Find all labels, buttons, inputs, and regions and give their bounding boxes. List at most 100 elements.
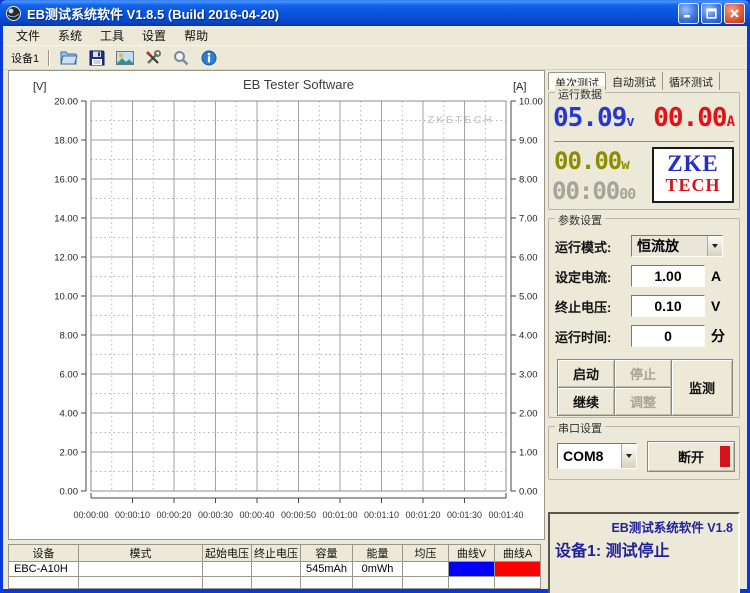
table-cell[interactable] xyxy=(251,576,301,589)
monitor-button[interactable]: 监测 xyxy=(671,359,733,416)
tools-button[interactable] xyxy=(140,47,166,69)
table-cell[interactable]: 0mWh xyxy=(352,561,403,577)
chart-panel: 20.00 18.00 16.00 14.00 12.00 10.00 8.00 6.00 4.… xyxy=(8,70,545,540)
table-cell[interactable] xyxy=(251,561,301,577)
svg-text:7.00: 7.00 xyxy=(519,214,538,225)
app-window: EB测试系统软件 V1.8.5 (Build 2016-04-20) 文件 系统工… xyxy=(0,0,750,593)
table-header-7: 曲线V xyxy=(448,544,495,562)
about-button[interactable] xyxy=(196,47,222,69)
table-row[interactable]: EBC-A10H 545mAh 0mWh xyxy=(8,561,541,577)
save-button[interactable] xyxy=(84,47,110,69)
table-cell[interactable]: 545mAh xyxy=(300,561,353,577)
com-port-select[interactable]: COM8 xyxy=(557,443,637,469)
svg-text:2.00: 2.00 xyxy=(519,409,538,420)
curve-color-cell[interactable] xyxy=(494,561,541,577)
about-info-icon xyxy=(201,50,217,65)
run-time-input[interactable]: 0 xyxy=(631,325,705,347)
table-cell[interactable] xyxy=(202,561,252,577)
menu-item-4[interactable]: 帮助 xyxy=(175,25,217,46)
serial-port-group: 串口设置 COM8 断开 xyxy=(548,420,740,480)
run-mode-select[interactable]: 恒流放 xyxy=(631,235,723,257)
svg-text:6.00: 6.00 xyxy=(519,253,538,264)
table-cell[interactable] xyxy=(402,561,449,577)
svg-text:[V]: [V] xyxy=(33,81,46,93)
device-selector[interactable]: 设备1 xyxy=(7,50,43,66)
connection-indicator xyxy=(720,446,730,467)
svg-text:00:00:30: 00:00:30 xyxy=(198,510,233,520)
table-cell[interactable] xyxy=(78,576,203,589)
disconnect-button[interactable]: 断开 xyxy=(647,441,735,472)
svg-text:ZKETECH: ZKETECH xyxy=(427,114,494,126)
svg-text:[A]: [A] xyxy=(513,81,526,93)
table-header-2: 起始电压 xyxy=(202,544,252,562)
table-cell[interactable] xyxy=(352,576,403,589)
run-data-legend: 运行数据 xyxy=(555,86,605,102)
menu-item-1[interactable]: 系统 xyxy=(49,25,91,46)
power-readout: 00.00w xyxy=(554,147,630,175)
chart: 20.00 18.00 16.00 14.00 12.00 10.00 8.00 6.00 4.… xyxy=(33,77,543,520)
set-current-label: 设定电流: xyxy=(555,269,612,285)
start-button[interactable]: 启动 xyxy=(557,359,615,388)
svg-text:5.00: 5.00 xyxy=(519,292,538,303)
svg-text:00:00:00: 00:00:00 xyxy=(73,510,108,520)
svg-text:00:00:40: 00:00:40 xyxy=(239,510,274,520)
minimize-button[interactable] xyxy=(678,2,699,24)
readout-divider xyxy=(554,141,734,142)
table-header-5: 能量 xyxy=(352,544,403,562)
svg-text:00:00:20: 00:00:20 xyxy=(156,510,191,520)
table-cell[interactable] xyxy=(78,561,203,577)
zoom-icon xyxy=(174,50,189,65)
table-row[interactable] xyxy=(8,576,541,589)
tab-2[interactable]: 循环测试 xyxy=(663,72,720,90)
chevron-down-icon[interactable] xyxy=(621,444,636,468)
svg-text:0.00: 0.00 xyxy=(519,487,538,498)
set-current-input[interactable]: 1.00 xyxy=(631,265,705,287)
svg-text:00:01:20: 00:01:20 xyxy=(405,510,440,520)
tab-1[interactable]: 自动测试 xyxy=(606,72,663,90)
run-mode-row: 运行模式: 恒流放 xyxy=(549,231,739,261)
table-header-0: 设备 xyxy=(8,544,79,562)
set-current-row: 设定电流: 1.00 A xyxy=(549,261,739,291)
table-cell[interactable]: EBC-A10H xyxy=(8,561,79,577)
close-button[interactable] xyxy=(724,2,745,24)
run-mode-label: 运行模式: xyxy=(555,239,612,255)
svg-text:12.00: 12.00 xyxy=(54,253,78,264)
svg-text:00:01:40: 00:01:40 xyxy=(488,510,523,520)
run-mode-value: 恒流放 xyxy=(637,238,679,254)
title-bar: EB测试系统软件 V1.8.5 (Build 2016-04-20) xyxy=(0,0,750,26)
cutoff-voltage-label: 终止电压: xyxy=(555,299,612,315)
svg-text:2.00: 2.00 xyxy=(60,448,79,459)
table-cell[interactable] xyxy=(448,576,495,589)
table-cell[interactable] xyxy=(494,576,541,589)
resume-button[interactable]: 继续 xyxy=(557,387,615,416)
minimize-icon xyxy=(684,14,690,17)
zoom-button[interactable] xyxy=(168,47,194,69)
export-image-icon xyxy=(116,50,135,65)
set-current-value: 1.00 xyxy=(654,268,682,284)
open-file-button[interactable] xyxy=(56,47,82,69)
table-cell[interactable] xyxy=(202,576,252,589)
export-image-button[interactable] xyxy=(112,47,138,69)
run-time-label: 运行时间: xyxy=(555,329,612,345)
table-cell[interactable] xyxy=(8,576,79,589)
cutoff-voltage-input[interactable]: 0.10 xyxy=(631,295,705,317)
adjust-button: 调整 xyxy=(614,387,672,416)
client-area: 文件 系统 工具 设置 帮助 设备1 20.00 18.00 16.00 14.… xyxy=(3,25,747,593)
results-table: 设备 模式 起始电压 终止电压 容量 能量 均压 曲线V 曲线A EBC-A10H 545mAh 0m… xyxy=(8,544,541,589)
maximize-button[interactable] xyxy=(701,2,722,24)
menu-item-0[interactable]: 文件 xyxy=(7,25,49,46)
current-readout: 00.00A xyxy=(653,103,735,133)
cutoff-voltage-value: 0.10 xyxy=(654,298,682,314)
svg-text:10.00: 10.00 xyxy=(54,292,78,303)
table-cell[interactable] xyxy=(300,576,353,589)
chevron-down-icon[interactable] xyxy=(707,236,722,256)
svg-text:10.00: 10.00 xyxy=(519,97,543,108)
save-icon xyxy=(89,50,105,65)
menu-item-3[interactable]: 设置 xyxy=(133,25,175,46)
table-header-3: 终止电压 xyxy=(251,544,301,562)
run-time-value: 0 xyxy=(664,328,672,344)
curve-color-cell[interactable] xyxy=(448,561,495,577)
menu-item-2[interactable]: 工具 xyxy=(91,25,133,46)
table-cell[interactable] xyxy=(402,576,449,589)
svg-text:6.00: 6.00 xyxy=(60,370,79,381)
